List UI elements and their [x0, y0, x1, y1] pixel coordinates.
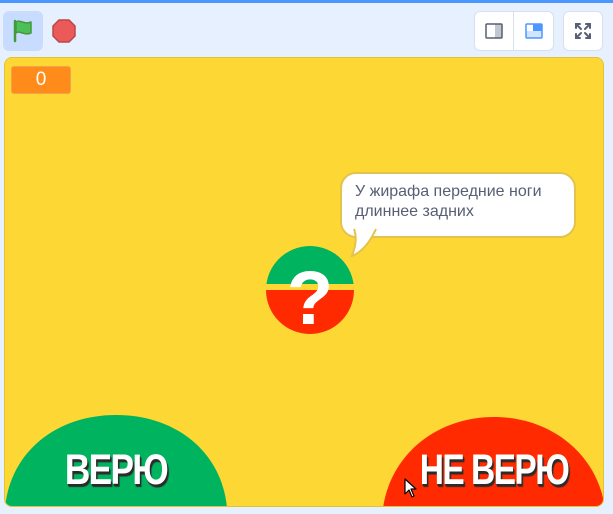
fullscreen-icon	[575, 23, 591, 39]
score-monitor: 0	[11, 66, 71, 94]
question-mark-sprite[interactable]: ?	[264, 244, 356, 336]
stage-canvas[interactable]: 0 У жирафа передние ноги длиннее задних …	[4, 57, 604, 507]
normal-stage-icon	[524, 23, 543, 39]
mouse-cursor-icon	[404, 478, 417, 498]
green-flag-icon	[13, 19, 32, 43]
green-flag-button[interactable]	[3, 11, 43, 51]
stop-sign-icon	[52, 19, 76, 43]
not-believe-button-label[interactable]: НЕ ВЕРЮ	[410, 446, 578, 495]
normal-stage-button[interactable]	[514, 11, 554, 51]
question-mark-glyph: ?	[287, 256, 333, 336]
stop-button[interactable]	[46, 11, 82, 51]
small-stage-icon	[485, 23, 503, 39]
fullscreen-button[interactable]	[563, 11, 603, 51]
stage-toolbar	[0, 3, 613, 55]
believe-button-label[interactable]: ВЕРЮ	[50, 446, 183, 495]
speech-bubble-text: У жирафа передние ноги длиннее задних	[355, 183, 542, 220]
small-stage-button[interactable]	[474, 11, 514, 51]
speech-bubble-tail	[350, 228, 377, 258]
